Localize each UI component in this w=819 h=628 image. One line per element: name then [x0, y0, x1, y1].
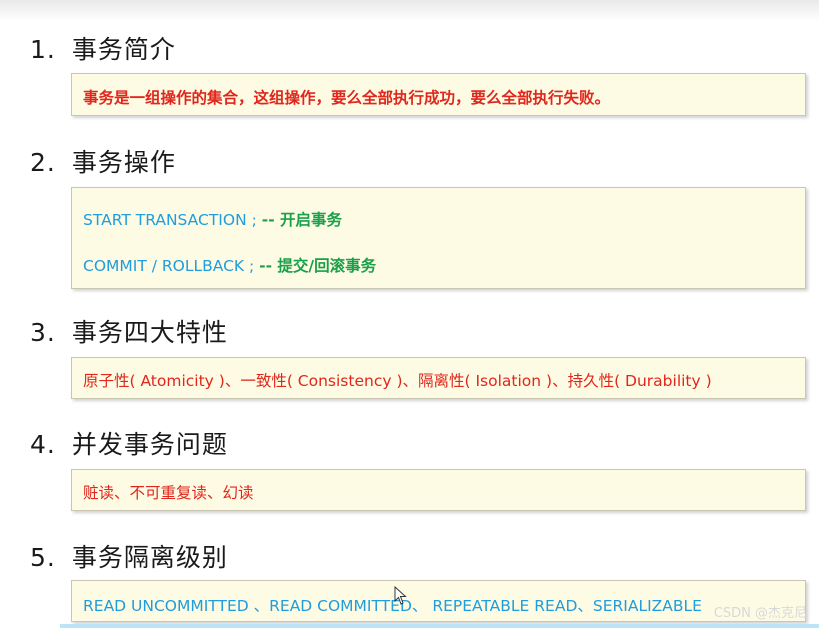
top-shade	[0, 0, 819, 22]
section-title-concurrency: 4. 并发事务问题	[30, 425, 228, 461]
isolation-box: READ UNCOMMITTED 、READ COMMITTED、 REPEAT…	[71, 580, 806, 622]
section-number: 4.	[30, 430, 56, 459]
watermark: CSDN @杰克尼	[713, 606, 807, 621]
intro-text: 事务是一组操作的集合，这组操作，要么全部执行成功，要么全部执行失败。	[83, 89, 611, 107]
mouse-cursor-icon	[394, 586, 407, 605]
sql-start-transaction: START TRANSACTION ;	[83, 211, 257, 229]
section-number: 2.	[30, 148, 56, 177]
section-number: 1.	[30, 35, 56, 64]
comment-commit: -- 提交/回滚事务	[259, 257, 377, 275]
section-title-text: 事务四大特性	[71, 318, 228, 347]
sql-commit-rollback: COMMIT / ROLLBACK ;	[83, 257, 255, 275]
code-line-start: START TRANSACTION ; -- 开启事务	[83, 208, 342, 230]
acid-box: 原子性( Atomicity )、一致性( Consistency )、隔离性(…	[71, 357, 806, 399]
section-title-operations: 2. 事务操作	[30, 143, 176, 179]
section-number: 3.	[30, 318, 56, 347]
section-title-acid: 3. 事务四大特性	[30, 313, 228, 349]
section-title-isolation: 5. 事务隔离级别	[30, 538, 228, 574]
comment-start: -- 开启事务	[261, 211, 343, 229]
section-title-text: 事务隔离级别	[71, 543, 228, 572]
intro-box: 事务是一组操作的集合，这组操作，要么全部执行成功，要么全部执行失败。	[71, 73, 806, 116]
concurrency-text: 赃读、不可重复读、幻读	[83, 484, 254, 502]
isolation-levels-text: READ UNCOMMITTED 、READ COMMITTED、 REPEAT…	[83, 597, 702, 615]
section-number: 5.	[30, 543, 56, 572]
bottom-progress-bar	[60, 624, 819, 628]
operations-box: START TRANSACTION ; -- 开启事务 COMMIT / ROL…	[71, 187, 806, 289]
code-line-commit: COMMIT / ROLLBACK ; -- 提交/回滚事务	[83, 254, 376, 276]
section-title-intro: 1. 事务简介	[30, 30, 176, 66]
section-title-text: 并发事务问题	[71, 430, 228, 459]
section-title-text: 事务简介	[71, 35, 176, 64]
concurrency-box: 赃读、不可重复读、幻读	[71, 469, 806, 511]
acid-text: 原子性( Atomicity )、一致性( Consistency )、隔离性(…	[83, 372, 712, 390]
section-title-text: 事务操作	[71, 148, 176, 177]
